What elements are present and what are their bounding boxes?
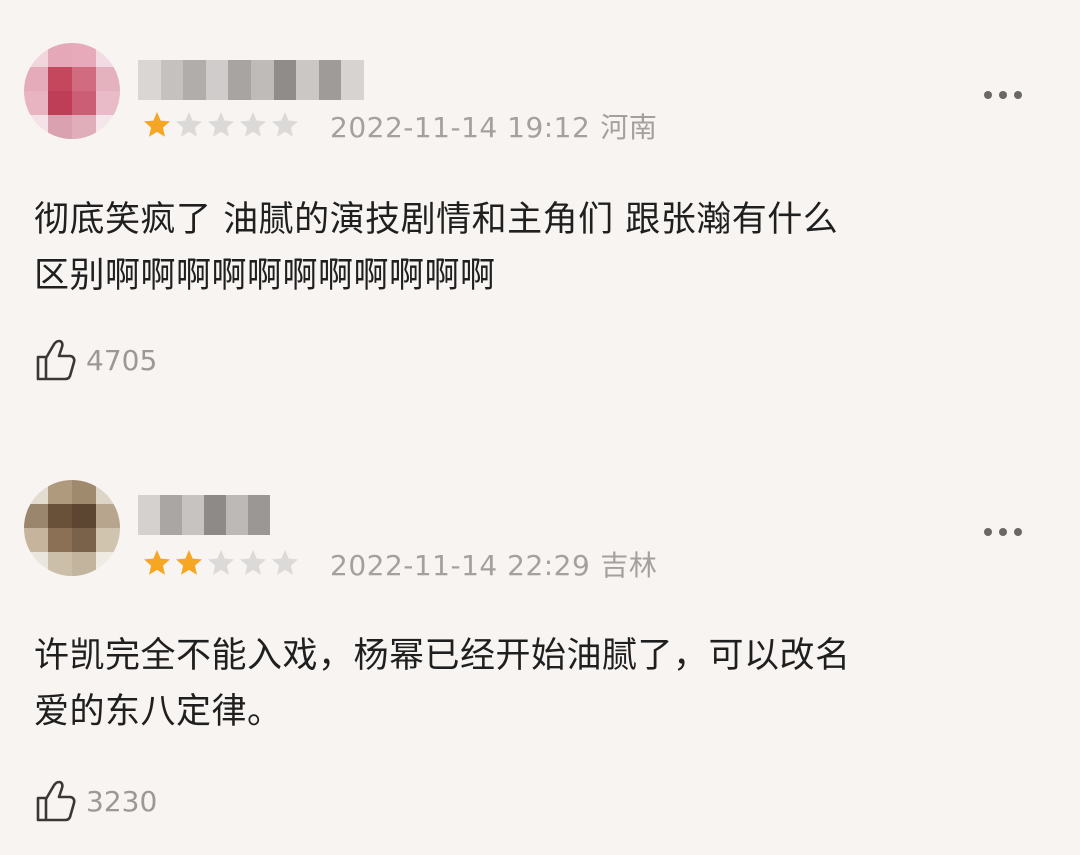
- username-blur-block: [226, 495, 248, 535]
- avatar-pixel: [72, 552, 96, 576]
- avatar-pixel: [24, 528, 48, 552]
- avatar-pixel: [48, 67, 72, 91]
- like-button[interactable]: 4705: [34, 337, 157, 383]
- avatar-pixel: [96, 480, 120, 504]
- username-blur-block: [182, 495, 204, 535]
- avatar-pixel: [96, 504, 120, 528]
- thumb-up-icon: [34, 337, 78, 383]
- avatar-pixel: [96, 528, 120, 552]
- avatar-pixel: [48, 528, 72, 552]
- star-rating: [142, 548, 300, 578]
- username-blur-block: [138, 60, 161, 100]
- avatar-pixel: [48, 504, 72, 528]
- username-blur-block: [296, 60, 319, 100]
- star-empty-icon: [208, 550, 234, 575]
- more-dots-icon: [984, 91, 992, 99]
- avatar-pixel: [72, 504, 96, 528]
- username-blur-block: [160, 60, 184, 100]
- username-blur-block: [160, 495, 182, 535]
- avatar-pixel: [96, 43, 120, 67]
- avatar-pixel: [48, 552, 72, 576]
- avatar-pixel: [96, 115, 120, 139]
- comment-meta: 2022-11-14 19:12 河南: [330, 106, 657, 146]
- avatar-pixel: [24, 115, 48, 139]
- comment-date: 2022-11-14 22:29: [330, 549, 591, 582]
- comment-meta: 2022-11-14 22:29 吉林: [330, 544, 657, 584]
- more-options-button[interactable]: [984, 528, 1022, 536]
- username-blurred[interactable]: [138, 495, 270, 535]
- like-count: 4705: [86, 343, 158, 377]
- comment-date: 2022-11-14 19:12: [330, 111, 591, 144]
- avatar-pixel: [48, 115, 72, 139]
- star-filled-icon: [144, 550, 170, 575]
- avatar-pixel: [48, 43, 72, 67]
- star-empty-icon: [176, 112, 202, 137]
- more-dot: [1014, 528, 1022, 536]
- avatar-pixel: [48, 480, 72, 504]
- avatar[interactable]: [24, 43, 120, 139]
- comment-card: 2022-11-14 19:12 河南 彻底笑疯了 油腻的演技剧情和主角们 跟张瀚…: [0, 0, 1080, 420]
- avatar-pixel: [72, 43, 96, 67]
- comment-text: 许凯完全不能入戏，杨幂已经开始油腻了，可以改名 爱的东八定律。: [34, 636, 851, 732]
- username-blurred[interactable]: [138, 60, 364, 100]
- avatar-pixel: [72, 67, 96, 91]
- avatar-pixel: [24, 91, 48, 115]
- username-blur-block: [318, 60, 342, 100]
- username-blur-block: [205, 60, 229, 100]
- avatar-pixel: [24, 504, 48, 528]
- avatar-pixel: [96, 552, 120, 576]
- avatar-pixel: [96, 91, 120, 115]
- thumb-up-icon: [34, 778, 78, 824]
- username-blur-block: [250, 60, 274, 100]
- star-rating: [142, 110, 300, 140]
- comment-region: 吉林: [600, 549, 658, 582]
- username-blur-block: [273, 60, 297, 100]
- star-empty-icon: [240, 112, 266, 137]
- avatar-pixel: [72, 480, 96, 504]
- star-filled-icon: [144, 112, 170, 137]
- username-blur-block: [341, 60, 364, 100]
- avatar-pixel: [24, 480, 48, 504]
- username-blur-block: [228, 60, 251, 100]
- comment-text: 彻底笑疯了 油腻的演技剧情和主角们 跟张瀚有什么 区别啊啊啊啊啊啊啊啊啊啊啊: [34, 200, 839, 296]
- avatar-pixel: [24, 552, 48, 576]
- avatar-pixel: [96, 67, 120, 91]
- username-blur-block: [183, 60, 206, 100]
- more-dot: [999, 528, 1007, 536]
- star-empty-icon: [208, 112, 234, 137]
- more-dot: [1014, 91, 1022, 99]
- like-count: 3230: [86, 784, 158, 818]
- avatar-pixel: [24, 67, 48, 91]
- more-options-button[interactable]: [984, 91, 1022, 99]
- star-empty-icon: [240, 550, 266, 575]
- star-empty-icon: [272, 550, 298, 575]
- more-dot: [999, 91, 1007, 99]
- avatar-pixel: [24, 43, 48, 67]
- like-button[interactable]: 3230: [34, 778, 157, 824]
- comment-card: 2022-11-14 22:29 吉林 许凯完全不能入戏，杨幂已经开始油腻了，可以…: [0, 440, 1080, 855]
- avatar-pixel: [72, 115, 96, 139]
- comment-region: 河南: [600, 111, 658, 144]
- avatar-pixel: [72, 528, 96, 552]
- avatar-pixel: [72, 91, 96, 115]
- username-blur-block: [204, 495, 226, 535]
- username-blur-block: [248, 495, 270, 535]
- username-blur-block: [138, 495, 160, 535]
- more-dots-icon: [984, 528, 992, 536]
- avatar[interactable]: [24, 480, 120, 576]
- avatar-pixel: [48, 91, 72, 115]
- star-filled-icon: [176, 550, 202, 575]
- star-empty-icon: [272, 112, 298, 137]
